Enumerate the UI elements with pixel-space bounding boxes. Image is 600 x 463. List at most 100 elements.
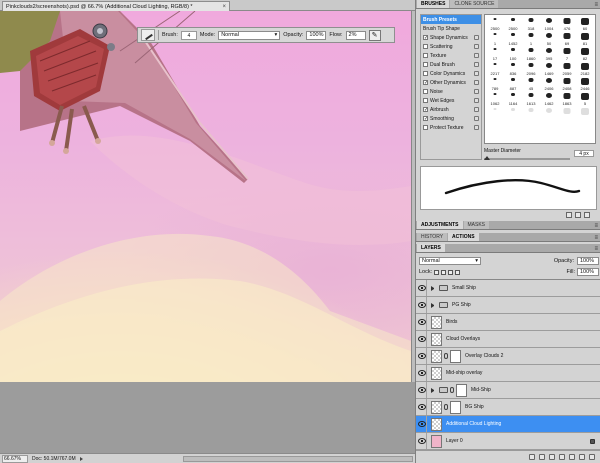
link-layers-icon[interactable] bbox=[529, 454, 535, 460]
tab-history[interactable]: HISTORY bbox=[417, 233, 448, 241]
visibility-eye-icon[interactable] bbox=[417, 331, 427, 347]
visibility-eye-icon[interactable] bbox=[417, 280, 427, 296]
brush-tip[interactable]: 1164 bbox=[504, 91, 522, 106]
delete-brush-icon[interactable] bbox=[584, 212, 590, 218]
tab-adjustments[interactable]: ADJUSTMENTS bbox=[417, 221, 463, 229]
lock-icon[interactable] bbox=[474, 107, 479, 112]
brush-tip[interactable] bbox=[504, 106, 522, 121]
checkbox[interactable] bbox=[423, 125, 428, 130]
brush-tip[interactable]: 81 bbox=[576, 31, 594, 46]
checkbox[interactable] bbox=[423, 89, 428, 94]
new-group-icon[interactable] bbox=[569, 454, 575, 460]
brush-setting-item[interactable]: Scattering bbox=[421, 42, 481, 51]
panel-menu-icon[interactable]: ≡ bbox=[594, 2, 598, 8]
brush-tip[interactable]: 7 bbox=[558, 46, 576, 61]
layer-style-icon[interactable] bbox=[539, 454, 545, 460]
checkbox[interactable]: ✓ bbox=[423, 35, 428, 41]
checkbox[interactable]: ✓ bbox=[423, 107, 428, 113]
brush-setting-item[interactable]: ✓ Airbrush bbox=[421, 105, 481, 114]
airbrush-toggle-icon[interactable]: ✎ bbox=[368, 29, 381, 41]
lock-pixels-icon[interactable] bbox=[441, 269, 447, 275]
brush-presets-button[interactable]: Brush Presets bbox=[421, 15, 481, 24]
brush-tip[interactable]: 50 bbox=[540, 31, 558, 46]
tab-actions[interactable]: ACTIONS bbox=[448, 233, 479, 241]
visibility-eye-icon[interactable] bbox=[417, 399, 427, 415]
visibility-eye-icon[interactable] bbox=[417, 314, 427, 330]
brush-tip[interactable] bbox=[486, 106, 504, 121]
master-diameter-slider[interactable] bbox=[484, 158, 570, 160]
adjustment-layer-icon[interactable] bbox=[559, 454, 565, 460]
lock-icon[interactable] bbox=[474, 62, 479, 67]
lock-icon[interactable] bbox=[474, 53, 479, 58]
brush-tip[interactable]: 1062 bbox=[486, 91, 504, 106]
brush-tip[interactable]: 1469 bbox=[540, 61, 558, 76]
layer-row[interactable]: Mid-Ship bbox=[416, 382, 600, 399]
brush-tip[interactable]: 5 bbox=[576, 91, 594, 106]
new-brush-icon[interactable] bbox=[575, 212, 581, 218]
brush-tip[interactable]: 2059 bbox=[558, 61, 576, 76]
panel-menu-icon[interactable]: ≡ bbox=[594, 223, 598, 229]
link-chain-icon[interactable] bbox=[444, 353, 448, 359]
layer-row[interactable]: BG Ship bbox=[416, 399, 600, 416]
brush-tip[interactable]: 2408 bbox=[558, 76, 576, 91]
layer-row[interactable]: Layer 0 bbox=[416, 433, 600, 450]
brush-tip[interactable]: 1860 bbox=[522, 46, 540, 61]
brush-tool-icon[interactable] bbox=[141, 29, 155, 41]
layer-row[interactable]: PG Ship bbox=[416, 297, 600, 314]
brush-tip[interactable]: 2500 bbox=[504, 16, 522, 31]
checkbox[interactable]: ✓ bbox=[423, 80, 428, 86]
brush-setting-item[interactable]: Brush Tip Shape bbox=[421, 24, 481, 33]
brush-tip[interactable]: 318 bbox=[522, 16, 540, 31]
brush-picker[interactable]: 4 bbox=[180, 30, 197, 40]
brush-tip[interactable] bbox=[540, 106, 558, 121]
brush-tip[interactable]: 2182 bbox=[576, 61, 594, 76]
brush-setting-item[interactable]: ✓ Other Dynamics bbox=[421, 78, 481, 87]
lock-icon[interactable] bbox=[474, 125, 479, 130]
lock-transparency-icon[interactable] bbox=[434, 269, 440, 275]
link-chain-icon[interactable] bbox=[444, 404, 448, 410]
brush-tip[interactable]: 1462 bbox=[540, 91, 558, 106]
brush-setting-item[interactable]: Dual Brush bbox=[421, 60, 481, 69]
layer-mask-thumbnail[interactable] bbox=[450, 349, 461, 363]
lock-icon[interactable] bbox=[474, 71, 479, 76]
brush-tip[interactable]: 476 bbox=[558, 16, 576, 31]
lock-icon[interactable] bbox=[474, 116, 479, 121]
brush-setting-item[interactable]: Wet Edges bbox=[421, 96, 481, 105]
brush-tip[interactable]: 1004 bbox=[540, 16, 558, 31]
visibility-eye-icon[interactable] bbox=[417, 382, 427, 398]
brush-tip[interactable]: 395 bbox=[540, 46, 558, 61]
layer-row[interactable]: Cloud Overlays bbox=[416, 331, 600, 348]
brush-tip[interactable] bbox=[522, 106, 540, 121]
layer-row[interactable]: Additional Cloud Lighting bbox=[416, 416, 600, 433]
link-chain-icon[interactable] bbox=[450, 387, 454, 393]
checkbox[interactable] bbox=[423, 71, 428, 76]
flow-input[interactable]: 2% bbox=[345, 30, 366, 40]
checkbox[interactable] bbox=[423, 44, 428, 49]
brush-tip[interactable]: 1863 bbox=[558, 91, 576, 106]
visibility-eye-icon[interactable] bbox=[417, 416, 427, 432]
zoom-field[interactable]: 66.67% bbox=[2, 454, 28, 463]
layer-mask-thumbnail[interactable] bbox=[450, 400, 461, 414]
brush-setting-item[interactable]: ✓ Smoothing bbox=[421, 114, 481, 123]
brush-tip[interactable]: 1452 bbox=[504, 31, 522, 46]
brush-tip[interactable] bbox=[576, 106, 594, 121]
checkbox[interactable] bbox=[423, 62, 428, 67]
brush-tip[interactable]: 2096 bbox=[522, 61, 540, 76]
tab-brushes[interactable]: BRUSHES bbox=[417, 0, 450, 8]
document-tab[interactable]: Pinkclouds2/screenshots).psd @ 66.7% (Ad… bbox=[2, 1, 230, 11]
layer-opacity-input[interactable]: 100% bbox=[577, 257, 599, 265]
horizontal-scrollbar[interactable] bbox=[183, 455, 413, 462]
lock-icon[interactable] bbox=[474, 98, 479, 103]
toggle-brush-preview-icon[interactable] bbox=[566, 212, 572, 218]
panel-menu-icon[interactable]: ≡ bbox=[594, 235, 598, 241]
opacity-input[interactable]: 100% bbox=[306, 30, 327, 40]
lock-all-icon[interactable] bbox=[455, 269, 461, 275]
brush-setting-item[interactable]: Color Dynamics bbox=[421, 69, 481, 78]
new-layer-icon[interactable] bbox=[579, 454, 585, 460]
brush-tip[interactable]: 2217 bbox=[486, 61, 504, 76]
brush-tip[interactable]: 2446 bbox=[576, 76, 594, 91]
tab-layers[interactable]: LAYERS bbox=[417, 244, 445, 252]
lock-icon[interactable] bbox=[474, 80, 479, 85]
lock-icon[interactable] bbox=[474, 35, 479, 40]
brush-setting-item[interactable]: Protect Texture bbox=[421, 123, 481, 132]
